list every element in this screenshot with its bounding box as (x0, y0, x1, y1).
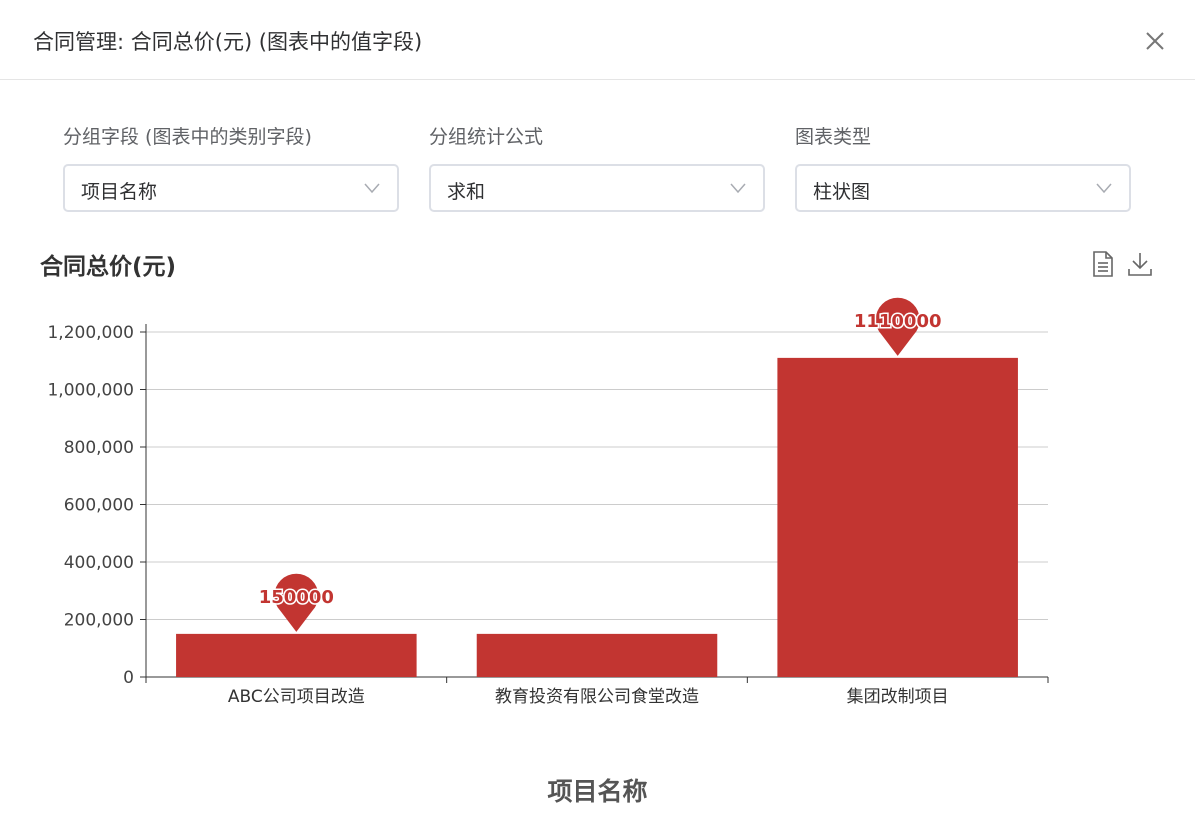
y-tick-label: 1,200,000 (47, 323, 134, 343)
bar (777, 357, 1018, 677)
formula-select[interactable]: 求和 (429, 164, 765, 212)
marker-label: 150000 (259, 587, 334, 608)
group-field-select[interactable]: 项目名称 (63, 164, 399, 212)
chart-type-select[interactable]: 柱状图 (795, 164, 1131, 212)
bar (176, 633, 417, 677)
x-tick-label: 集团改制项目 (847, 687, 949, 707)
chart-type-label: 图表类型 (795, 126, 872, 148)
formula-value: 求和 (447, 181, 486, 203)
chevron-down-icon (1096, 183, 1112, 194)
y-tick-label: 200,000 (64, 611, 134, 631)
bar (476, 633, 718, 677)
dialog-header: 合同管理: 合同总价(元) (图表中的值字段) (0, 0, 1195, 80)
chevron-down-icon (364, 183, 380, 194)
marker-label: 1110000 (854, 311, 942, 332)
y-tick-label: 600,000 (64, 496, 134, 516)
group-field-value: 项目名称 (81, 181, 158, 203)
data-view-icon[interactable] (1090, 250, 1116, 278)
close-icon[interactable] (1140, 26, 1170, 56)
y-tick-label: 800,000 (64, 438, 134, 458)
x-tick-label: 教育投资有限公司食堂改造 (495, 687, 699, 707)
x-axis-title: 项目名称 (547, 777, 648, 806)
chart-title: 合同总价(元) (40, 254, 177, 280)
bar-chart: 0 200,000 400,000 600,000 800,000 1,000,000 1,… (47, 297, 1049, 707)
chart-type-value: 柱状图 (813, 181, 871, 203)
download-icon[interactable] (1127, 250, 1153, 278)
dialog-title: 合同管理: 合同总价(元) (图表中的值字段) (33, 30, 423, 54)
x-tick-label: ABC公司项目改造 (228, 687, 365, 707)
y-tick-label: 400,000 (64, 553, 134, 573)
y-tick-label: 0 (123, 668, 134, 688)
group-field-label: 分组字段 (图表中的类别字段) (63, 126, 312, 148)
formula-label: 分组统计公式 (429, 126, 544, 148)
y-tick-label: 1,000,000 (47, 381, 134, 401)
chevron-down-icon (730, 183, 746, 194)
